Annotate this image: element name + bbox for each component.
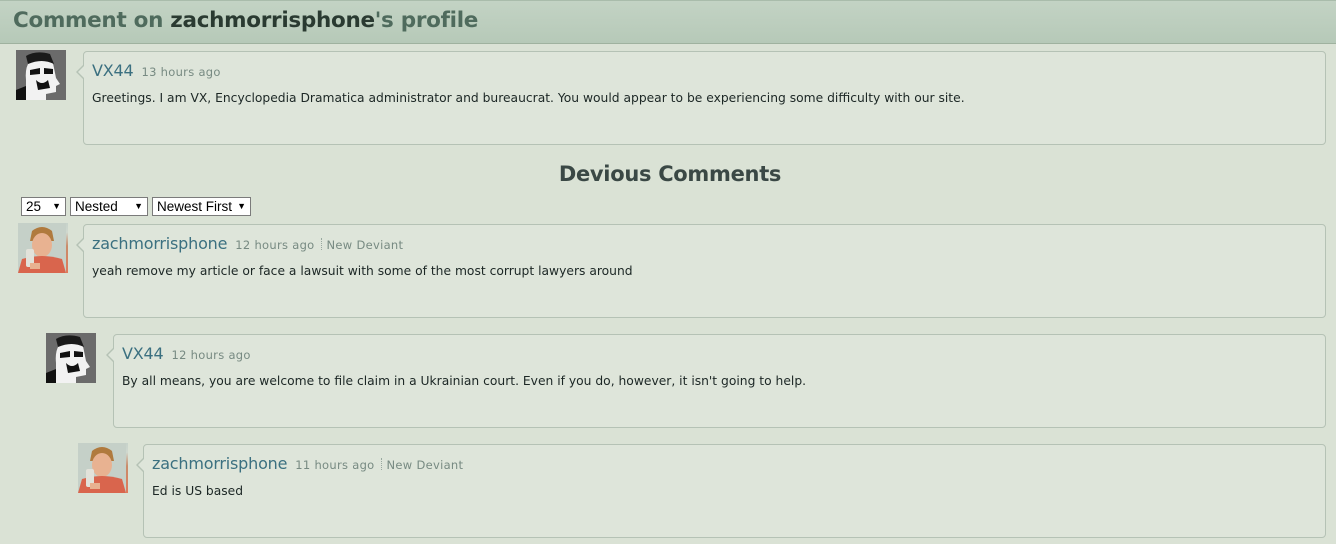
- zachmorrisphone-avatar-image: [18, 223, 66, 273]
- comment-text: By all means, you are welcome to file cl…: [122, 374, 807, 388]
- main-comment-text: Greetings. I am VX, Encyclopedia Dramati…: [92, 91, 965, 105]
- page-title-suffix: 's profile: [374, 8, 479, 33]
- vx44-avatar[interactable]: [46, 333, 96, 383]
- meta-divider: [320, 238, 322, 250]
- comment-author-link[interactable]: VX44: [122, 344, 164, 363]
- comment-text: yeah remove my article or face a lawsuit…: [92, 264, 633, 278]
- dropdown-arrow-icon: ▼: [237, 201, 246, 211]
- main-comment-author-link[interactable]: VX44: [92, 61, 134, 80]
- dropdown-arrow-icon: ▼: [52, 201, 61, 211]
- comment-meta: VX44 12 hours ago: [122, 344, 251, 363]
- view-mode-value: Nested: [75, 199, 118, 214]
- per-page-select[interactable]: 25 ▼: [21, 197, 66, 216]
- page-header: Comment on zachmorrisphone's profile: [0, 0, 1336, 44]
- devious-comments-heading: Devious Comments: [558, 162, 782, 186]
- dropdown-arrow-icon: ▼: [134, 201, 143, 211]
- user-badge: New Deviant: [326, 238, 404, 252]
- vx44-avatar[interactable]: [16, 50, 66, 100]
- per-page-value: 25: [26, 199, 42, 214]
- comment-bubble: zachmorrisphone 11 hours ago New Deviant E…: [136, 444, 1326, 538]
- comment-meta: zachmorrisphone 12 hours ago New Deviant: [92, 234, 403, 253]
- comment-timestamp[interactable]: 12 hours ago: [235, 238, 314, 252]
- zachmorrisphone-avatar[interactable]: [18, 223, 68, 273]
- vx44-avatar-image: [16, 50, 66, 100]
- comment-bubble: VX44 12 hours ago By all means, you are w…: [106, 334, 1326, 428]
- sort-order-value: Newest First: [157, 199, 233, 214]
- main-comment-bubble: VX44 13 hours ago Greetings. I am VX, Enc…: [76, 51, 1326, 145]
- meta-divider: [380, 458, 382, 470]
- sort-order-select[interactable]: Newest First ▼: [152, 197, 251, 216]
- comment-text: Ed is US based: [152, 484, 244, 498]
- zachmorrisphone-avatar[interactable]: [78, 443, 128, 493]
- zachmorrisphone-avatar-image: [78, 443, 126, 493]
- page-title: Comment on zachmorrisphone's profile: [13, 8, 478, 33]
- main-comment-meta: VX44 13 hours ago: [92, 61, 221, 80]
- comment-timestamp[interactable]: 11 hours ago: [295, 458, 374, 472]
- comment-bubble: zachmorrisphone 12 hours ago New Deviant y…: [76, 224, 1326, 318]
- view-mode-select[interactable]: Nested ▼: [70, 197, 148, 216]
- main-comment-timestamp[interactable]: 13 hours ago: [141, 65, 220, 79]
- user-badge: New Deviant: [386, 458, 464, 472]
- comment-meta: zachmorrisphone 11 hours ago New Deviant: [152, 454, 463, 473]
- profile-username-link[interactable]: zachmorrisphone: [170, 8, 375, 33]
- comment-author-link[interactable]: zachmorrisphone: [92, 234, 227, 253]
- comment-author-link[interactable]: zachmorrisphone: [152, 454, 287, 473]
- comment-timestamp[interactable]: 12 hours ago: [171, 348, 250, 362]
- vx44-avatar-image: [46, 333, 96, 383]
- page-title-prefix: Comment on: [13, 8, 171, 33]
